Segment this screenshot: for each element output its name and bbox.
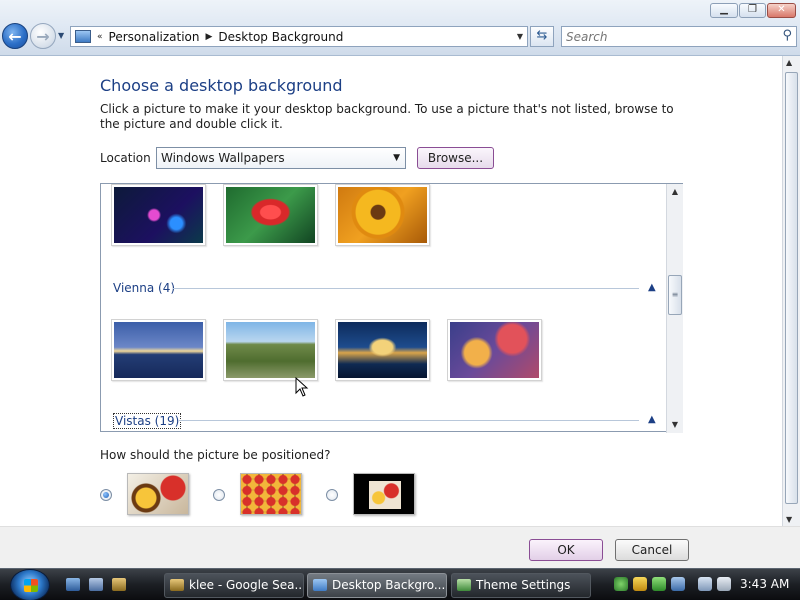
centered-picture [369, 481, 401, 509]
location-value: Windows Wallpapers [161, 151, 285, 165]
checkmark-icon[interactable] [652, 577, 666, 591]
theme-settings-icon [457, 579, 471, 591]
address-bar[interactable]: « Personalization ▶ Desktop Background ▼ [70, 26, 528, 47]
radio-fill[interactable] [100, 489, 112, 501]
location-select[interactable]: Windows Wallpapers ▼ [156, 147, 406, 169]
task-label: klee - Google Sea... [189, 578, 304, 592]
arrow-left-icon: ← [8, 26, 22, 46]
wallpaper-thumbnail[interactable] [111, 184, 206, 246]
gallery-scroll-thumb[interactable]: ≡ [668, 275, 682, 315]
wallpaper-thumbnail[interactable] [447, 319, 542, 381]
radio-tile[interactable] [213, 489, 225, 501]
task-label: Theme Settings [476, 578, 571, 592]
minimize-button[interactable]: ▁ [710, 3, 738, 18]
task-theme-settings[interactable]: Theme Settings [451, 573, 591, 598]
chevron-down-icon: ▼ [393, 153, 400, 163]
group-divider [173, 288, 639, 289]
browser-icon [170, 579, 184, 591]
close-button[interactable]: ✕ [767, 3, 796, 18]
position-tile-preview[interactable] [240, 473, 302, 515]
task-desktop-background[interactable]: Desktop Backgro... [307, 573, 447, 598]
wallpaper-gallery[interactable]: Vienna (4) ▲ Vistas (19) ▲ [100, 183, 683, 432]
breadcrumb-desktop-background[interactable]: Desktop Background [218, 30, 343, 44]
chevron-right-icon[interactable]: ▶ [206, 32, 213, 42]
security-shield-icon[interactable] [633, 577, 647, 591]
radio-center[interactable] [326, 489, 338, 501]
group-header-vistas[interactable]: Vistas (19) [113, 413, 182, 429]
ok-button[interactable]: OK [529, 539, 603, 561]
forward-button[interactable]: → [30, 23, 56, 49]
clock[interactable]: 3:43 AM [740, 577, 789, 591]
location-label: Location [100, 151, 151, 165]
mouse-cursor-icon [295, 377, 309, 397]
control-panel-icon [75, 30, 91, 43]
windows-update-icon[interactable] [671, 577, 685, 591]
search-input[interactable] [566, 29, 771, 44]
chevron-up-icon[interactable]: ▲ [648, 282, 656, 293]
start-button[interactable] [10, 569, 50, 600]
dialog-footer: OK Cancel [0, 526, 800, 568]
back-button[interactable]: ← [2, 23, 28, 49]
wallpaper-thumbnail[interactable] [335, 184, 430, 246]
group-header-vienna[interactable]: Vienna (4) [113, 281, 175, 295]
search-box[interactable]: ⚲ [561, 26, 797, 47]
show-desktop-icon[interactable] [66, 578, 80, 591]
control-panel-icon [313, 579, 327, 591]
position-center-preview[interactable] [353, 473, 415, 515]
taskbar: klee - Google Sea... Desktop Backgro... … [0, 568, 800, 600]
recent-pages-dropdown[interactable]: ▼ [58, 31, 64, 40]
cancel-button[interactable]: Cancel [615, 539, 689, 561]
refresh-button[interactable]: ⇆ [530, 26, 554, 47]
wallpaper-thumbnail[interactable] [335, 319, 430, 381]
scroll-up-icon[interactable]: ▲ [667, 184, 683, 200]
task-label: Desktop Backgro... [332, 578, 446, 592]
scroll-down-icon[interactable]: ▼ [667, 417, 683, 433]
page-title: Choose a desktop background [100, 76, 343, 95]
breadcrumb-personalization[interactable]: Personalization [109, 30, 200, 44]
window-scroll-thumb[interactable] [785, 72, 798, 504]
window-scrollbar[interactable]: ▲ ▼ [782, 56, 800, 526]
browser-quicklaunch-icon[interactable] [112, 578, 126, 591]
users-icon[interactable] [614, 577, 628, 591]
scroll-down-icon[interactable]: ▼ [786, 515, 792, 524]
browse-button[interactable]: Browse... [417, 147, 494, 169]
wallpaper-thumbnail[interactable] [223, 319, 318, 381]
volume-muted-icon[interactable] [717, 577, 731, 591]
chevron-up-icon[interactable]: ▲ [648, 414, 656, 425]
gallery-scrollbar[interactable]: ▲ ≡ ▼ [666, 184, 683, 433]
refresh-icon: ⇆ [536, 28, 548, 43]
breadcrumb-overflow[interactable]: « [97, 32, 103, 42]
navigation-bar: ▁ ❐ ✕ ← → ▼ « Personalization ▶ Desktop … [0, 0, 800, 56]
position-question: How should the picture be positioned? [100, 448, 331, 462]
search-icon[interactable]: ⚲ [782, 28, 792, 43]
address-dropdown-icon[interactable]: ▼ [517, 32, 523, 41]
wallpaper-thumbnail[interactable] [223, 184, 318, 246]
switch-windows-icon[interactable] [89, 578, 103, 591]
maximize-button[interactable]: ❐ [739, 3, 766, 18]
position-fill-preview[interactable] [127, 473, 189, 515]
group-divider [179, 420, 639, 421]
page-description: Click a picture to make it your desktop … [100, 102, 674, 131]
scroll-up-icon[interactable]: ▲ [786, 58, 792, 67]
windows-logo-icon [24, 579, 38, 592]
task-klee-search[interactable]: klee - Google Sea... [164, 573, 304, 598]
network-icon[interactable] [698, 577, 712, 591]
wallpaper-thumbnail[interactable] [111, 319, 206, 381]
arrow-right-icon: → [36, 26, 50, 46]
